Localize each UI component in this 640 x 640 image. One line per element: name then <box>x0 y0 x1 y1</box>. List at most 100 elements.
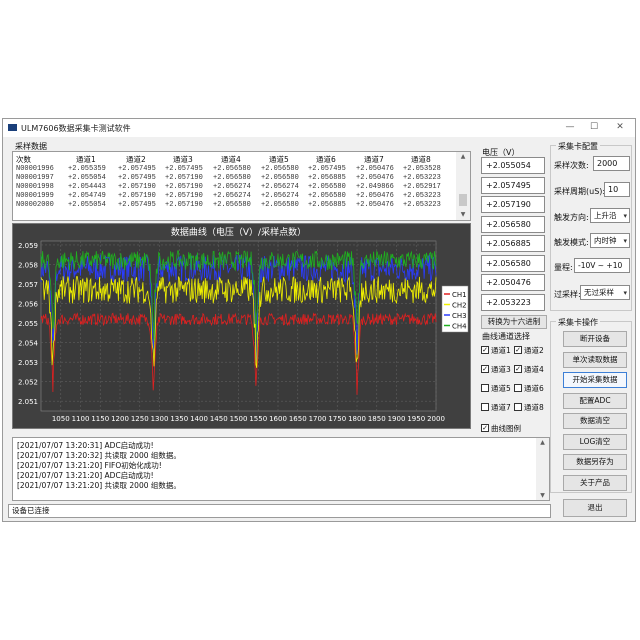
x-tick-label: 1850 <box>368 415 386 423</box>
operation-button[interactable]: 数据清空 <box>563 413 627 429</box>
x-tick-label: 1600 <box>269 415 287 423</box>
chevron-down-icon: ▾ <box>623 237 627 245</box>
exit-button[interactable]: 退出 <box>563 499 627 517</box>
hex-convert-button[interactable]: 转换为十六进制 <box>481 315 547 329</box>
sample-period-label: 采样周期(uS): <box>554 187 606 196</box>
table-cell: +2.050476 <box>356 174 394 182</box>
sample-period-field[interactable]: 10 <box>604 182 630 197</box>
table-cell: +2.056580 <box>261 174 299 182</box>
table-header-cell: 通道2 <box>126 155 146 164</box>
table-cell: +2.057495 <box>308 165 346 173</box>
y-tick-label: 2.054 <box>18 340 39 348</box>
close-button[interactable]: ✕ <box>613 121 627 133</box>
table-header-cell: 通道7 <box>364 155 384 164</box>
channel-8-label: 通道8 <box>524 403 544 412</box>
table-cell: +2.057190 <box>118 192 156 200</box>
table-cell: +2.055359 <box>68 165 106 173</box>
scroll-down-icon[interactable]: ▼ <box>456 211 470 218</box>
trigger-mode-value: 内时钟 <box>594 236 617 245</box>
chevron-down-icon: ▾ <box>623 212 627 220</box>
channel-8-checkbox[interactable] <box>514 403 522 411</box>
channel-7-checkbox[interactable] <box>481 403 489 411</box>
channel-4-checkbox[interactable]: ✓ <box>514 365 522 373</box>
table-cell: +2.057495 <box>118 165 156 173</box>
operation-button[interactable]: 断开设备 <box>563 331 627 347</box>
log-panel[interactable]: [2021/07/07 13:20:31] ADC启动成功! [2021/07/0… <box>12 437 550 501</box>
trigger-mode-select[interactable]: 内时钟 ▾ <box>590 233 630 248</box>
config-group-title: 采集卡配置 <box>556 141 600 152</box>
channel-6-checkbox[interactable] <box>514 384 522 392</box>
table-cell: N00001999 <box>16 192 54 200</box>
legend-label: 曲线图例 <box>491 424 521 433</box>
operation-button[interactable]: 配置ADC <box>563 392 627 409</box>
y-tick-label: 2.057 <box>18 281 38 289</box>
scroll-up-icon[interactable]: ▲ <box>536 439 549 446</box>
table-header-cell: 通道4 <box>221 155 241 164</box>
x-tick-label: 1700 <box>309 415 327 423</box>
operation-button[interactable]: 单次读取数据 <box>563 351 627 368</box>
chevron-down-icon: ▾ <box>623 289 627 297</box>
app-icon <box>8 124 17 131</box>
channel-1-label: 通道1 <box>491 346 511 355</box>
x-tick-label: 1350 <box>170 415 188 423</box>
table-cell: +2.056580 <box>213 201 251 209</box>
x-tick-label: 1800 <box>348 415 366 423</box>
table-header-cell: 次数 <box>16 155 31 164</box>
sample-count-field[interactable]: 2000 <box>593 156 630 171</box>
scroll-up-icon[interactable]: ▲ <box>456 153 470 160</box>
table-cell: +2.056274 <box>213 192 251 200</box>
channel-1-checkbox[interactable]: ✓ <box>481 346 489 354</box>
x-tick-label: 1200 <box>111 415 129 423</box>
table-cell: +2.056274 <box>213 183 251 191</box>
x-tick-label: 1550 <box>249 415 267 423</box>
chart-panel: 数据曲线（电压（V）/采样点数） 2.059 2.058 2.057 2.056 2.05… <box>12 223 471 429</box>
x-tick-label: 1150 <box>91 415 109 423</box>
table-cell: +2.057495 <box>165 165 203 173</box>
voltage-readout: +2.053223 <box>481 293 545 311</box>
range-select[interactable]: -10V ~ +10 <box>574 258 630 273</box>
scroll-down-icon[interactable]: ▼ <box>536 492 549 499</box>
operations-group-title: 采集卡操作 <box>556 317 600 328</box>
x-tick-label: 1950 <box>407 415 425 423</box>
trigger-dir-value: 上升沿 <box>594 211 617 220</box>
range-value: -10V ~ +10 <box>578 261 623 270</box>
data-table[interactable]: 次数 通道1 通道2 通道3 通道4 通道5 通道6 通道7 通道8 N00001996 +2.05… <box>12 151 471 221</box>
voltage-readout: +2.057495 <box>481 176 545 194</box>
operation-button[interactable]: 开始采集数据 <box>563 372 627 388</box>
x-tick-label: 1250 <box>131 415 149 423</box>
table-cell: +2.053223 <box>403 192 441 200</box>
scroll-thumb[interactable] <box>459 194 467 206</box>
table-cell: +2.052917 <box>403 183 441 191</box>
trigger-dir-label: 触发方向: <box>554 213 589 222</box>
table-cell: +2.057495 <box>118 201 156 209</box>
table-cell: N00001998 <box>16 183 54 191</box>
table-cell: +2.056885 <box>308 174 346 182</box>
oversample-select[interactable]: 无过采样 ▾ <box>580 285 630 300</box>
table-cell: +2.057190 <box>165 192 203 200</box>
channel-5-checkbox[interactable] <box>481 384 489 392</box>
minimize-button[interactable]: — <box>563 121 577 133</box>
channel-2-checkbox[interactable]: ✓ <box>514 346 522 354</box>
operation-button[interactable]: LOG清空 <box>563 433 627 450</box>
table-cell: +2.056580 <box>213 174 251 182</box>
channel-3-label: 通道3 <box>491 365 511 374</box>
y-tick-label: 2.051 <box>18 398 38 406</box>
log-scrollbar[interactable]: ▲ ▼ <box>536 438 549 500</box>
operation-button[interactable]: 数据另存为 <box>563 454 627 470</box>
channel-2-label: 通道2 <box>524 346 544 355</box>
table-cell: +2.050476 <box>356 165 394 173</box>
legend-checkbox[interactable]: ✓ <box>481 424 489 432</box>
table-header-cell: 通道1 <box>76 155 96 164</box>
y-tick-label: 2.056 <box>18 301 39 309</box>
channel-3-checkbox[interactable]: ✓ <box>481 365 489 373</box>
table-scrollbar[interactable]: ▲ ▼ <box>456 152 470 220</box>
y-tick-label: 2.055 <box>18 320 38 328</box>
trigger-dir-select[interactable]: 上升沿 ▾ <box>590 208 630 223</box>
table-cell: +2.056580 <box>261 201 299 209</box>
operation-button[interactable]: 关于产品 <box>563 474 627 491</box>
maximize-button[interactable]: ☐ <box>587 121 601 133</box>
window-title: ULM7606数据采集卡测试软件 <box>21 124 131 133</box>
x-tick-label: 2000 <box>427 415 445 423</box>
log-line: [2021/07/07 13:21:20] 共读取 2000 组数据。 <box>17 481 181 490</box>
sample-count-label: 采样次数: <box>554 161 589 170</box>
